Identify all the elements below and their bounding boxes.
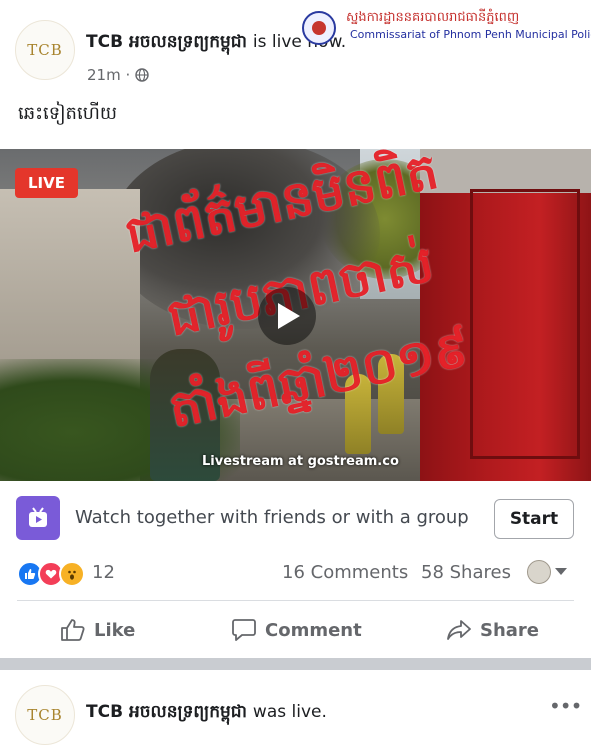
- watch-together-text: Watch together with friends or with a gr…: [75, 507, 469, 528]
- page-avatar[interactable]: TCB: [15, 685, 75, 745]
- post-header: TCB TCB អចលនទ្រព្យកម្ពុជា is live now. 2…: [0, 0, 591, 95]
- post-text: ឆេះទៀតហើយ: [18, 103, 117, 124]
- post-meta: 21m ·: [87, 66, 149, 84]
- feed-separator: [0, 658, 591, 670]
- avatar-logo: TCB: [27, 706, 63, 724]
- start-watch-party-button[interactable]: Start: [494, 499, 574, 539]
- like-label: Like: [94, 619, 136, 641]
- avatar-logo: TCB: [27, 40, 63, 59]
- play-button[interactable]: [258, 287, 316, 345]
- share-icon: [447, 620, 471, 640]
- more-options-icon[interactable]: •••: [549, 694, 582, 718]
- reaction-audience-selector[interactable]: [527, 560, 567, 584]
- live-status: was live.: [252, 702, 327, 722]
- avatar: [527, 560, 551, 584]
- watch-party-icon: [16, 496, 60, 540]
- video-firefighter: [378, 354, 404, 434]
- live-video[interactable]: LIVE ជាព័ត៌មានមិនពិត ជារូបភាពចាស់ តាំងពី…: [0, 149, 591, 481]
- video-smoke: [110, 149, 380, 329]
- page-name-link[interactable]: TCB អចលនទ្រព្យកម្ពុជា: [86, 32, 247, 52]
- divider: [17, 600, 574, 601]
- video-truck-roof: [420, 149, 591, 193]
- page-name[interactable]: TCB អចលនទ្រព្យកម្ពុជា was live.: [86, 701, 327, 726]
- shares-count[interactable]: 58 Shares: [421, 562, 511, 583]
- like-button[interactable]: Like: [60, 612, 135, 648]
- video-firefighter: [345, 374, 371, 454]
- comment-button[interactable]: Comment: [231, 612, 362, 648]
- post-time[interactable]: 21m ·: [87, 66, 130, 84]
- comments-count[interactable]: 16 Comments: [282, 562, 408, 583]
- wow-reaction-icon: [59, 561, 85, 587]
- comment-icon: [232, 619, 256, 641]
- share-label: Share: [480, 619, 540, 641]
- watermark-english: Commissariat of Phnom Penh Municipal Pol…: [350, 28, 591, 41]
- reaction-count[interactable]: 12: [92, 562, 115, 583]
- watermark-khmer: ស្នងការដ្ឋាននគរបាលរាជធានីភ្នំពេញ: [346, 10, 520, 25]
- share-button[interactable]: Share: [446, 612, 539, 648]
- play-icon: [278, 303, 300, 329]
- police-seal-icon: [302, 11, 336, 45]
- chevron-down-icon: [555, 568, 567, 575]
- police-watermark: ស្នងការដ្ឋាននគរបាលរាជធានីភ្នំពេញ Commiss…: [298, 8, 591, 48]
- livestream-caption: Livestream at gostream.co: [202, 454, 399, 469]
- page-name-link[interactable]: TCB អចលនទ្រព្យកម្ពុជា: [86, 702, 247, 722]
- globe-icon: [135, 68, 149, 82]
- comment-label: Comment: [265, 619, 362, 641]
- video-truck-panel: [470, 189, 580, 459]
- like-icon: [61, 619, 85, 641]
- page-avatar[interactable]: TCB: [15, 20, 75, 80]
- reaction-icons[interactable]: [17, 561, 85, 587]
- live-badge: LIVE: [15, 168, 78, 198]
